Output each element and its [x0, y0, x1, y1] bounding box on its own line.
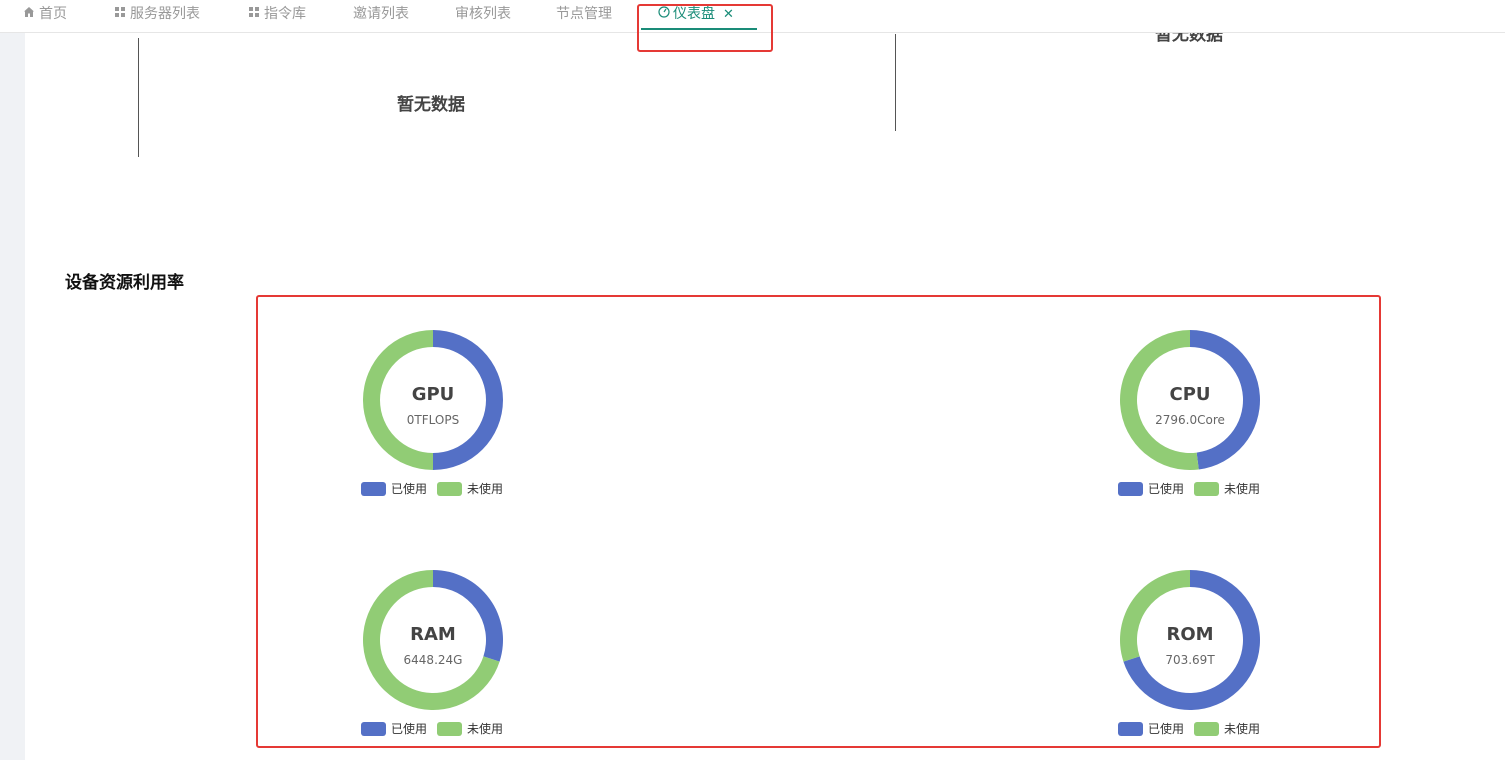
gauge-value: 0TFLOPS — [406, 413, 460, 427]
legend-label-unused[interactable]: 未使用 — [467, 722, 503, 736]
used-slice[interactable] — [433, 570, 503, 662]
legend-label-unused[interactable]: 未使用 — [1224, 482, 1260, 496]
legend-label-used[interactable]: 已使用 — [1148, 482, 1184, 496]
ram-gauge: RAM 6448.24G 已使用 未使用 — [361, 570, 523, 750]
gauge-value: 6448.24G — [403, 653, 463, 667]
gauge-title: CPU — [1169, 384, 1211, 405]
legend-label-used[interactable]: 已使用 — [391, 482, 427, 496]
gauge-title: RAM — [410, 624, 456, 645]
gauge-legend: 已使用 未使用 — [361, 480, 513, 496]
tab-label: 邀请列表 — [353, 6, 409, 22]
rom-gauge: ROM 703.69T 已使用 未使用 — [1118, 570, 1280, 750]
tab-label: 节点管理 — [556, 6, 612, 22]
home-icon — [24, 7, 34, 17]
tab-highlight-box — [637, 4, 773, 52]
legend-label-unused[interactable]: 未使用 — [467, 482, 503, 496]
gauge-value: 2796.0Core — [1155, 413, 1225, 427]
tab-label: 服务器列表 — [130, 6, 200, 22]
panel-divider — [138, 38, 139, 157]
grid-icon — [115, 6, 126, 18]
tab-node-management[interactable]: 节点管理 — [556, 0, 612, 30]
legend-swatch-unused[interactable] — [437, 481, 463, 496]
tab-command-library[interactable]: 指令库 — [249, 0, 306, 30]
legend-swatch-used[interactable] — [361, 721, 386, 736]
cpu-gauge: CPU 2796.0Core 已使用 未使用 — [1118, 330, 1280, 510]
tab-invite-list[interactable]: 邀请列表 — [353, 0, 409, 30]
gauge-value: 703.69T — [1165, 653, 1215, 667]
legend-swatch-used[interactable] — [1118, 481, 1143, 496]
legend-label-used[interactable]: 已使用 — [1148, 722, 1184, 736]
legend-swatch-unused[interactable] — [1194, 481, 1220, 496]
tab-label: 指令库 — [264, 6, 306, 22]
tab-label: 审核列表 — [455, 6, 511, 22]
gauge-title: ROM — [1166, 624, 1214, 645]
legend-label-unused[interactable]: 未使用 — [1224, 722, 1260, 736]
gauge-legend: 已使用 未使用 — [1118, 720, 1270, 736]
gauge-title: GPU — [411, 384, 455, 405]
legend-label-used[interactable]: 已使用 — [391, 722, 427, 736]
legend-swatch-used[interactable] — [1118, 721, 1143, 736]
legend-swatch-used[interactable] — [361, 481, 386, 496]
legend-swatch-unused[interactable] — [1194, 721, 1220, 736]
tab-home[interactable]: 首页 — [23, 0, 67, 30]
gauge-legend: 已使用 未使用 — [1118, 480, 1270, 496]
section-title: 设备资源利用率 — [65, 273, 184, 293]
legend-swatch-unused[interactable] — [437, 721, 463, 736]
gauge-legend: 已使用 未使用 — [361, 720, 513, 736]
unused-slice[interactable] — [1120, 570, 1190, 662]
panel-divider — [895, 34, 896, 131]
gpu-gauge: GPU 0TFLOPS 已使用 未使用 — [361, 330, 523, 510]
tab-review-list[interactable]: 审核列表 — [455, 0, 511, 30]
empty-state-text: 暂无数据 — [397, 95, 465, 115]
tab-server-list[interactable]: 服务器列表 — [115, 0, 200, 30]
sidebar-strip — [0, 32, 25, 760]
tab-label: 首页 — [39, 6, 67, 22]
grid-icon — [249, 6, 260, 18]
